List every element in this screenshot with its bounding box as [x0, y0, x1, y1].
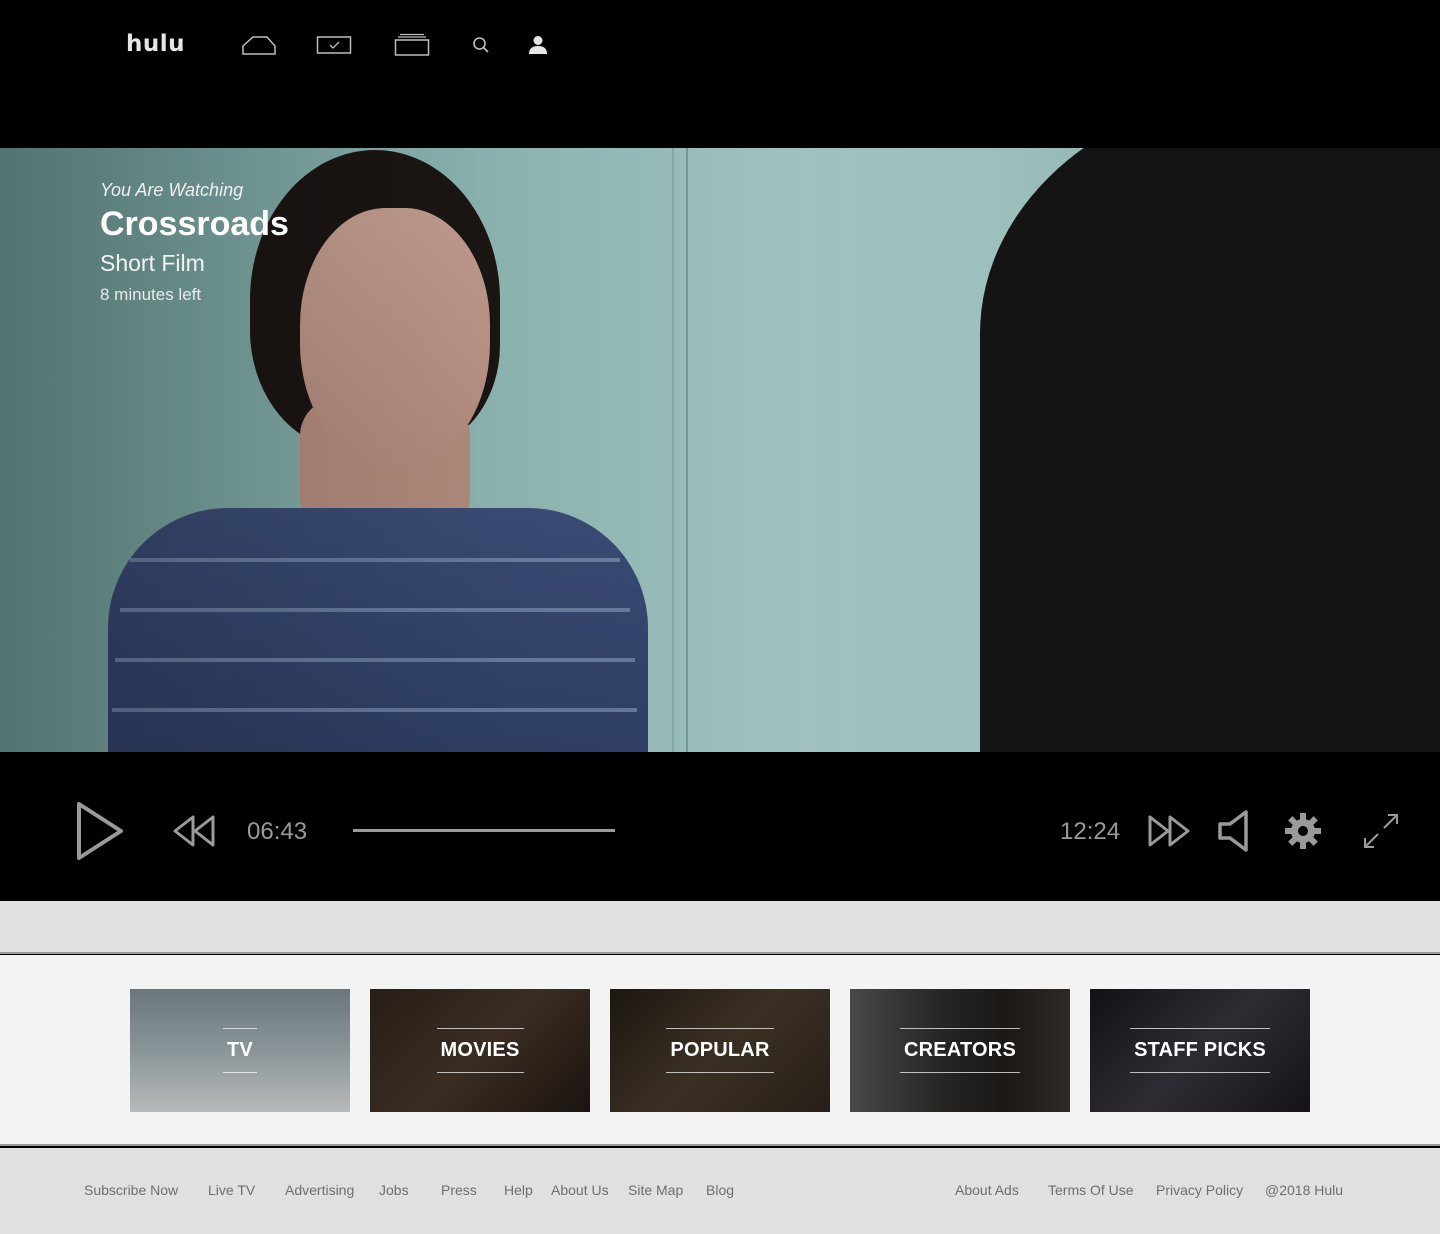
footer-link-subscribe-now[interactable]: Subscribe Now: [84, 1182, 178, 1198]
footer-link-live-tv[interactable]: Live TV: [208, 1182, 255, 1198]
profile-icon[interactable]: [527, 30, 549, 60]
total-duration: 12:24: [1060, 818, 1121, 845]
footer-link-site-map[interactable]: Site Map: [628, 1182, 683, 1198]
footer-link-advertising[interactable]: Advertising: [285, 1182, 354, 1198]
settings-icon[interactable]: [1284, 812, 1322, 850]
category-movies[interactable]: MOVIES: [370, 989, 590, 1112]
tv-guide-icon[interactable]: [316, 30, 352, 60]
footer: Subscribe Now Live TV Advertising Jobs P…: [0, 1148, 1440, 1234]
library-icon[interactable]: [394, 30, 430, 60]
footer-link-about-ads[interactable]: About Ads: [955, 1182, 1019, 1198]
footer-link-about-us[interactable]: About Us: [551, 1182, 609, 1198]
category-label: CREATORS: [900, 1028, 1020, 1073]
now-playing-subtitle: Short Film: [100, 250, 205, 276]
search-icon[interactable]: [471, 30, 491, 60]
footer-link-terms-of-use[interactable]: Terms Of Use: [1048, 1182, 1134, 1198]
progress-bar[interactable]: [353, 829, 615, 832]
play-icon[interactable]: [76, 801, 124, 861]
home-icon[interactable]: [241, 30, 277, 60]
now-playing-title: Crossroads: [100, 205, 289, 243]
hulu-logo[interactable]: hulu: [126, 31, 185, 57]
fullscreen-icon[interactable]: [1362, 812, 1400, 850]
progress-fill: [353, 829, 615, 832]
now-playing-eyebrow: You Are Watching: [100, 180, 244, 200]
time-remaining: 8 minutes left: [100, 285, 202, 304]
footer-link-privacy-policy[interactable]: Privacy Policy: [1156, 1182, 1243, 1198]
footer-link-blog[interactable]: Blog: [706, 1182, 734, 1198]
category-row: TV MOVIES POPULAR CREATORS STAFF PICKS: [0, 955, 1440, 1146]
category-tv[interactable]: TV: [130, 989, 350, 1112]
footer-link-press[interactable]: Press: [441, 1182, 477, 1198]
fast-forward-icon[interactable]: [1147, 814, 1191, 848]
category-label: POPULAR: [666, 1028, 774, 1073]
category-staff-picks[interactable]: STAFF PICKS: [1090, 989, 1310, 1112]
top-navigation: hulu: [0, 0, 1440, 148]
footer-link-help[interactable]: Help: [504, 1182, 533, 1198]
volume-icon[interactable]: [1216, 809, 1252, 853]
now-playing-info: You Are Watching Crossroads Short Film 8…: [100, 180, 289, 305]
elapsed-time: 06:43: [247, 818, 308, 845]
category-label: MOVIES: [436, 1028, 524, 1073]
footer-link-jobs[interactable]: Jobs: [379, 1182, 409, 1198]
divider-band: [0, 901, 1440, 954]
rewind-icon[interactable]: [172, 814, 216, 848]
category-label: TV: [223, 1028, 257, 1073]
category-label: STAFF PICKS: [1130, 1028, 1270, 1073]
footer-copyright: @2018 Hulu: [1265, 1182, 1344, 1198]
category-creators[interactable]: CREATORS: [850, 989, 1070, 1112]
video-player-frame[interactable]: You Are Watching Crossroads Short Film 8…: [0, 148, 1440, 752]
category-popular[interactable]: POPULAR: [610, 989, 830, 1112]
